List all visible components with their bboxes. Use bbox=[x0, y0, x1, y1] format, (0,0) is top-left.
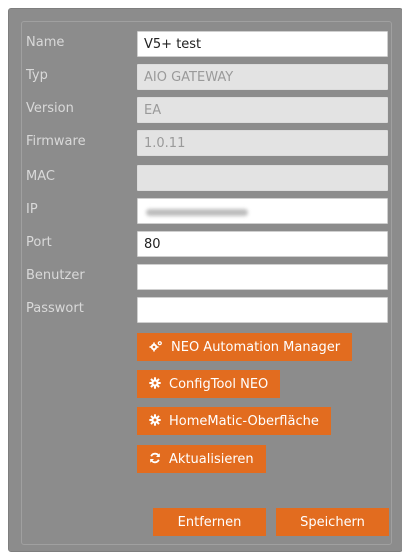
configtool-neo-button[interactable]: ConfigTool NEO bbox=[137, 370, 281, 398]
row-mac: MAC bbox=[26, 165, 389, 193]
row-benutzer: Benutzer bbox=[26, 264, 389, 292]
firmware-field bbox=[137, 130, 388, 156]
ip-redacted-value bbox=[146, 209, 248, 216]
neo-automation-manager-label: NEO Automation Manager bbox=[171, 339, 341, 355]
port-label: Port bbox=[26, 235, 52, 250]
row-ip: IP bbox=[26, 198, 389, 226]
passwort-label: Passwort bbox=[26, 301, 84, 316]
port-input[interactable] bbox=[137, 231, 388, 257]
homematic-label: HomeMatic-Oberfläche bbox=[169, 413, 319, 429]
neo-automation-manager-button[interactable]: NEO Automation Manager bbox=[137, 333, 353, 361]
ip-input[interactable] bbox=[137, 198, 388, 224]
ip-label: IP bbox=[26, 202, 38, 217]
passwort-input[interactable] bbox=[137, 297, 388, 323]
homematic-button[interactable]: HomeMatic-Oberfläche bbox=[137, 407, 331, 435]
benutzer-label: Benutzer bbox=[26, 268, 85, 283]
save-button[interactable]: Speichern bbox=[276, 508, 389, 536]
name-input[interactable] bbox=[137, 31, 388, 57]
firmware-label: Firmware bbox=[26, 134, 86, 149]
row-port: Port bbox=[26, 231, 389, 259]
configtool-neo-label: ConfigTool NEO bbox=[169, 376, 269, 392]
typ-label: Typ bbox=[26, 68, 48, 83]
version-field bbox=[137, 97, 388, 123]
refresh-icon bbox=[149, 452, 161, 467]
row-passwort: Passwort bbox=[26, 297, 389, 325]
mac-field bbox=[137, 165, 388, 191]
row-typ: Typ bbox=[26, 64, 389, 92]
typ-field bbox=[137, 64, 388, 90]
version-label: Version bbox=[26, 101, 74, 116]
row-version: Version bbox=[26, 97, 389, 125]
refresh-label: Aktualisieren bbox=[169, 451, 254, 467]
mac-label: MAC bbox=[26, 169, 55, 184]
gear-icon bbox=[149, 413, 161, 429]
benutzer-input[interactable] bbox=[137, 264, 388, 290]
row-firmware: Firmware bbox=[26, 130, 389, 158]
gear-icon bbox=[149, 376, 161, 392]
name-label: Name bbox=[26, 35, 65, 50]
refresh-button[interactable]: Aktualisieren bbox=[137, 445, 266, 473]
row-name: Name bbox=[26, 31, 389, 59]
remove-button[interactable]: Entfernen bbox=[153, 508, 266, 536]
cogs-icon bbox=[149, 340, 163, 355]
